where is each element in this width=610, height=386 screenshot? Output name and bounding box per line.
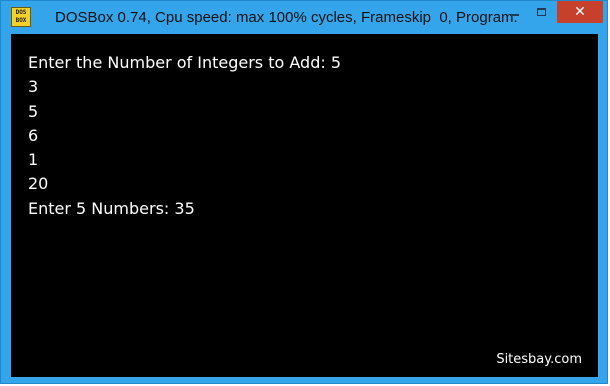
console-line: Enter 5 Numbers: 35 xyxy=(28,198,195,218)
console-line: 5 xyxy=(28,101,39,121)
title-bar[interactable]: DOS BOX DOSBox 0.74, Cpu speed: max 100%… xyxy=(1,1,607,33)
console-line: 1 xyxy=(28,150,39,170)
console-line: Enter the Number of Integers to Add: 5 xyxy=(28,53,341,72)
console-output: Enter the Number of Integers to Add: 5 3… xyxy=(28,51,341,221)
console-screen[interactable]: Enter the Number of Integers to Add: 5 3… xyxy=(11,34,598,377)
dosbox-window: DOS BOX DOSBox 0.74, Cpu speed: max 100%… xyxy=(0,0,608,384)
window-title: DOSBox 0.74, Cpu speed: max 100% cycles,… xyxy=(55,9,518,26)
console-line: 20 xyxy=(28,174,49,194)
watermark: Sitesbay.com xyxy=(496,352,582,367)
maximize-icon xyxy=(537,8,546,16)
minimize-button[interactable] xyxy=(501,1,529,23)
dosbox-icon[interactable]: DOS BOX xyxy=(11,7,31,27)
console-line: 3 xyxy=(28,77,39,97)
app-icon-text-top: DOS xyxy=(15,9,27,16)
app-icon-text-bottom: BOX xyxy=(15,17,27,24)
close-icon: ✕ xyxy=(574,4,586,20)
minimize-icon xyxy=(510,14,519,16)
console-line: 6 xyxy=(28,125,39,145)
close-button[interactable]: ✕ xyxy=(557,1,603,23)
maximize-button[interactable] xyxy=(529,1,555,23)
